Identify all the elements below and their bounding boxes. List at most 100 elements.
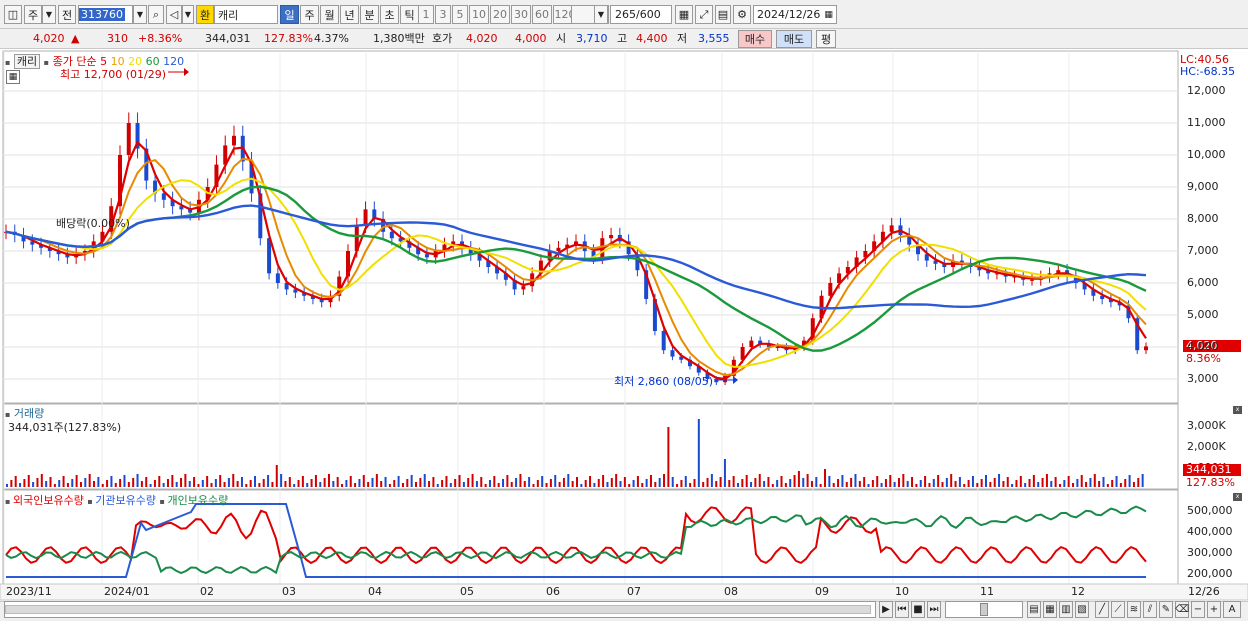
holdings-tick-label: 200,000 (1187, 567, 1233, 580)
minute-tab[interactable]: 3 (435, 5, 451, 24)
minute-tab[interactable]: 10 (469, 5, 489, 24)
last-volume-tag: 344,031 (1183, 464, 1241, 476)
day-volume: 344,031 (205, 32, 251, 45)
price-tick-label: 7,000 (1187, 244, 1219, 257)
price-tick-label: 4,000 (1187, 340, 1219, 353)
price-tick-label: 11,000 (1187, 116, 1226, 129)
chart-area[interactable] (0, 50, 1248, 621)
chart-scrollbar[interactable] (4, 601, 876, 618)
count-field[interactable]: 265/600 (610, 5, 672, 24)
date-axis-label: 10 (895, 585, 909, 598)
minute-tab[interactable]: 20 (490, 5, 510, 24)
date-axis-label: 05 (460, 585, 474, 598)
max-price-label: 최고 12,700 (01/29) (60, 68, 167, 81)
zoom-handle[interactable] (980, 603, 988, 616)
zoom-out-icon[interactable]: − (1191, 601, 1205, 618)
scroll-thumb[interactable] (5, 605, 871, 614)
hc-label: HC:-68.35 (1180, 65, 1236, 78)
play-icon[interactable]: ▶ (879, 601, 893, 618)
minute-tab[interactable]: 1 (418, 5, 434, 24)
bid-price-1: 4,020 (466, 32, 498, 45)
period-tab[interactable]: 일 (280, 5, 299, 24)
avg-label: 평 (820, 33, 832, 46)
save-icon[interactable]: ▤ (715, 5, 731, 24)
date-axis-label: 09 (815, 585, 829, 598)
draw-fib-icon[interactable]: ≋ (1127, 601, 1141, 618)
gear-icon[interactable]: ⚙ (733, 5, 751, 24)
period-tab[interactable]: 초 (380, 5, 399, 24)
date-axis-label: 06 (546, 585, 560, 598)
period-tab[interactable]: 년 (340, 5, 359, 24)
buy-button[interactable]: 매수 (738, 30, 772, 48)
eraser-icon[interactable]: ⌫ (1175, 601, 1189, 618)
draw-channel-icon[interactable]: ⫽ (1143, 601, 1157, 618)
chevron-down-icon[interactable]: ▼ (42, 5, 56, 24)
layout-4-icon[interactable]: ▧ (1075, 601, 1089, 618)
trade-amount: 1,380백만 (373, 32, 425, 45)
panel-menu-icon[interactable]: ▪ (5, 58, 10, 67)
prev-button[interactable]: 전 (58, 5, 76, 24)
layout-icon[interactable]: ◫ (4, 5, 22, 24)
chart-canvas[interactable] (0, 50, 1248, 621)
code-dropdown-icon[interactable]: ▼ (133, 5, 147, 24)
quote-bar: 4,020 ▲ 310 +8.36% 344,031 127.83% 4.37%… (0, 29, 1248, 49)
custom-dropdown-icon[interactable]: ▼ (594, 5, 608, 24)
price-tick-label: 3,000 (1187, 372, 1219, 385)
period-tab[interactable]: 월 (320, 5, 339, 24)
panel-menu-icon-2[interactable]: ▪ (44, 58, 49, 67)
period-tab[interactable]: 분 (360, 5, 379, 24)
fast-back-icon[interactable]: ⏮ (895, 601, 909, 618)
sell-label: 매도 (783, 33, 805, 46)
sound-dropdown-icon[interactable]: ▼ (182, 5, 194, 24)
period-tab[interactable]: 주 (300, 5, 319, 24)
draw-text-icon[interactable]: ✎ (1159, 601, 1173, 618)
bid-price-2: 4,000 (515, 32, 547, 45)
low-label: 저 (677, 32, 688, 45)
layout-2-icon[interactable]: ▦ (1043, 601, 1057, 618)
holdings-tick-label: 300,000 (1187, 546, 1233, 559)
date-axis-label: 08 (724, 585, 738, 598)
date-axis-label: 2024/01 (104, 585, 150, 598)
search-icon[interactable]: ⌕ (148, 5, 164, 24)
date-axis-label: 04 (368, 585, 382, 598)
zoom-in-icon[interactable]: + (1207, 601, 1221, 618)
price-tick-label: 10,000 (1187, 148, 1226, 161)
price-tick-label: 8,000 (1187, 212, 1219, 225)
sell-button[interactable]: 매도 (776, 30, 812, 48)
fx-button[interactable]: 환 (196, 5, 214, 24)
market-select[interactable]: 주 (24, 5, 42, 24)
period-tab[interactable]: 틱 (400, 5, 419, 24)
series-menu-icon[interactable]: ▪ (5, 497, 13, 506)
last-volume-pct: 127.83% (1186, 476, 1235, 489)
fast-forward-icon[interactable]: ⏭ (927, 601, 941, 618)
dividend-label: 배당락(0.00%) (56, 217, 130, 230)
volume-menu-icon[interactable]: ▪ (5, 410, 10, 419)
draw-trend-icon[interactable]: ⟋ (1111, 601, 1125, 618)
zoom-slider[interactable] (945, 601, 1023, 618)
minute-tab[interactable]: 30 (511, 5, 531, 24)
date-field[interactable]: 2024/12/26 ▦ (753, 5, 837, 24)
minute-tab[interactable]: 60 (532, 5, 552, 24)
candle-type-icon[interactable]: ▦ (675, 5, 693, 24)
code-input[interactable]: 313760 (78, 5, 133, 24)
bid-label: 호가 (432, 32, 453, 45)
current-price: 4,020 (33, 32, 65, 45)
crosshair-icon[interactable]: ⤢ (695, 5, 713, 24)
sound-icon[interactable]: ◁ (166, 5, 182, 24)
avg-button[interactable]: 평 (816, 30, 836, 48)
layout-3-icon[interactable]: ▥ (1059, 601, 1073, 618)
open-price: 3,710 (576, 32, 608, 45)
low-price: 3,555 (698, 32, 730, 45)
turnover-rate: 4.37% (314, 32, 349, 45)
close-volume-panel-icon[interactable]: x (1233, 406, 1242, 414)
stock-name-field[interactable]: 캐리 (214, 5, 278, 24)
layout-1-icon[interactable]: ▤ (1027, 601, 1041, 618)
minute-tab[interactable]: 5 (452, 5, 468, 24)
table-icon[interactable]: ▦ (6, 70, 20, 84)
close-holdings-panel-icon[interactable]: x (1233, 493, 1242, 501)
draw-line-icon[interactable]: ╱ (1095, 601, 1109, 618)
font-size-icon[interactable]: A (1223, 601, 1241, 618)
price-tick-label: 5,000 (1187, 308, 1219, 321)
stop-icon[interactable]: ■ (911, 601, 925, 618)
calendar-icon[interactable]: ▦ (824, 10, 833, 20)
